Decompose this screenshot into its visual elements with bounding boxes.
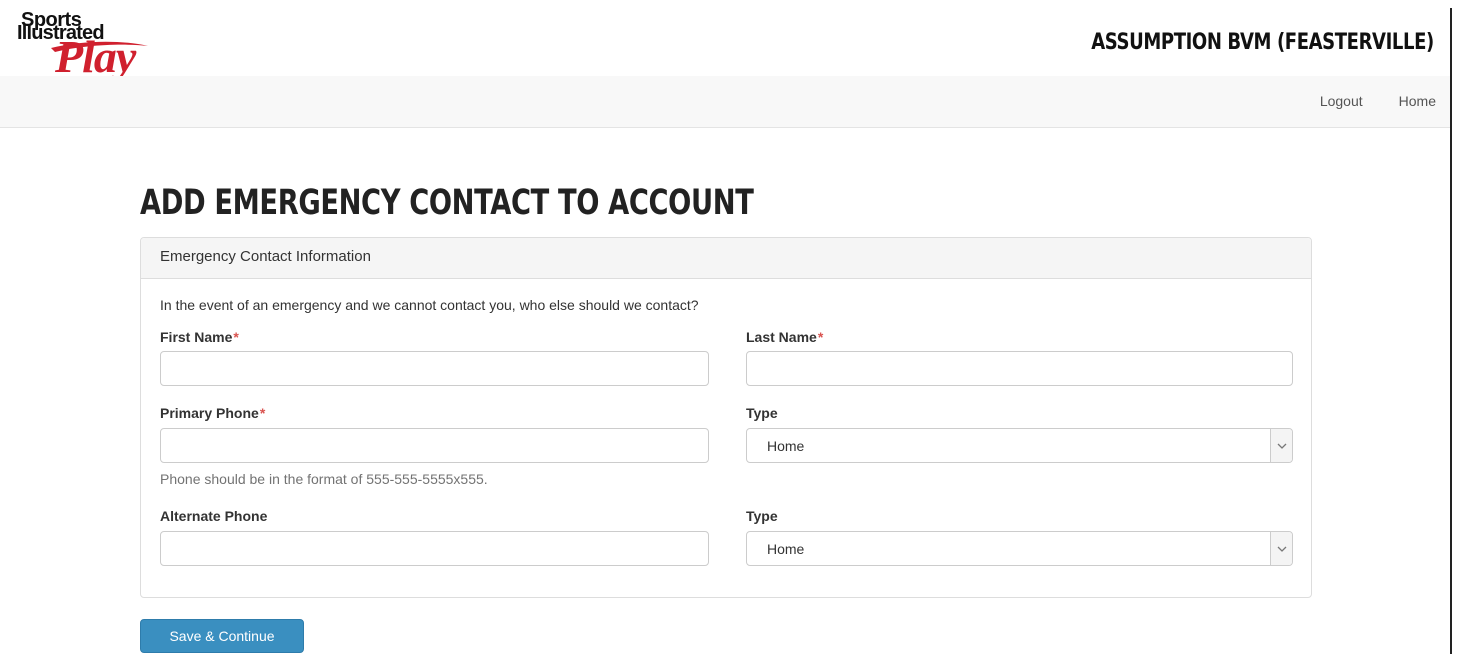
primary-type-label: Type: [746, 405, 778, 421]
last-name-label: Last Name*: [746, 329, 823, 345]
alternate-phone-label: Alternate Phone: [160, 508, 268, 524]
chevron-down-icon[interactable]: [1270, 532, 1292, 565]
primary-phone-label: Primary Phone*: [160, 405, 265, 421]
panel-intro-text: In the event of an emergency and we cann…: [160, 297, 699, 313]
primary-phone-label-text: Primary Phone: [160, 405, 259, 421]
window-edge: [1450, 8, 1452, 654]
emergency-contact-panel: Emergency Contact Information In the eve…: [140, 237, 1312, 598]
first-name-input[interactable]: [160, 351, 709, 386]
primary-phone-input[interactable]: [160, 428, 709, 463]
alternate-phone-type-value: Home: [767, 541, 805, 557]
required-marker: *: [817, 329, 824, 345]
first-name-label-text: First Name: [160, 329, 233, 345]
logo-play-text: Play: [55, 31, 136, 82]
alternate-type-label: Type: [746, 508, 778, 524]
nav-logout-link[interactable]: Logout: [1320, 93, 1363, 109]
first-name-label: First Name*: [160, 329, 239, 345]
panel-heading: Emergency Contact Information: [141, 238, 1311, 279]
top-navbar: Logout Home: [0, 76, 1450, 128]
last-name-label-text: Last Name: [746, 329, 817, 345]
phone-format-help: Phone should be in the format of 555-555…: [160, 471, 488, 487]
nav-home-link[interactable]: Home: [1399, 93, 1436, 109]
required-marker: *: [233, 329, 239, 345]
nav-links: Logout Home: [1320, 93, 1436, 109]
last-name-input[interactable]: [746, 351, 1293, 386]
required-marker: *: [259, 405, 266, 421]
chevron-down-icon[interactable]: [1270, 429, 1292, 462]
page-title: ADD EMERGENCY CONTACT TO ACCOUNT: [140, 183, 754, 223]
save-continue-button[interactable]: Save & Continue: [140, 619, 304, 653]
alternate-phone-input[interactable]: [160, 531, 709, 566]
organization-name: ASSUMPTION BVM (FEASTERVILLE): [1091, 30, 1434, 55]
primary-phone-type-select[interactable]: Home: [746, 428, 1293, 463]
alternate-phone-type-select[interactable]: Home: [746, 531, 1293, 566]
primary-phone-type-value: Home: [767, 438, 805, 454]
